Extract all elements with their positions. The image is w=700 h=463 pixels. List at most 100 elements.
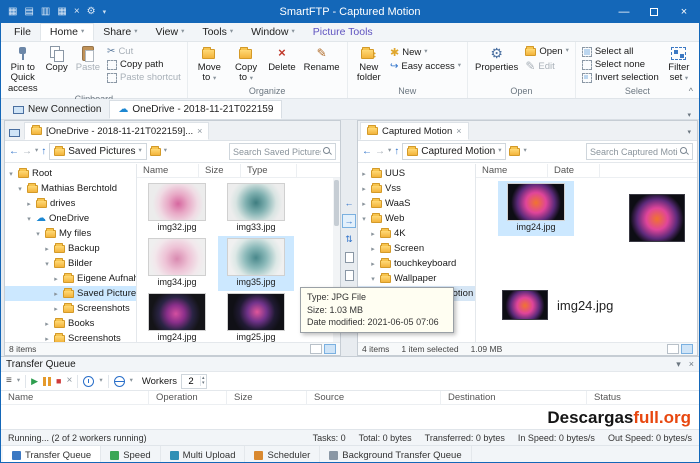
history-caret-icon[interactable]: ▾ xyxy=(388,148,391,155)
forward-button[interactable]: → xyxy=(22,146,32,157)
tree-item-backup[interactable]: ▸ Backup xyxy=(5,241,136,256)
edit-button[interactable]: ✎ Edit xyxy=(522,59,572,73)
tree-item-eigene-aufnahmen[interactable]: ▸ Eigene Aufnahmen xyxy=(5,271,136,286)
tab-picture-tools[interactable]: Picture Tools xyxy=(304,23,382,41)
panel-layout-icon[interactable]: ▦ xyxy=(57,7,66,17)
file-item[interactable]: img32.jpg xyxy=(139,181,215,236)
minimize-button[interactable]: — xyxy=(609,1,639,23)
tab-scheduler[interactable]: Scheduler xyxy=(245,446,321,462)
column-header-status[interactable]: Status xyxy=(587,391,699,404)
network-icon[interactable] xyxy=(113,375,125,387)
paste-shortcut-button[interactable]: Paste shortcut xyxy=(104,72,184,83)
history-caret-icon[interactable]: ▾ xyxy=(35,148,38,155)
new-folder-button[interactable]: ✱New folder xyxy=(351,43,387,84)
connection-icon[interactable]: ▤ xyxy=(24,7,33,17)
pane-tabs-caret-icon[interactable]: ▾ xyxy=(683,128,695,140)
copy-to-button[interactable]: →Copy to ▾ xyxy=(228,43,264,84)
rename-button[interactable]: ✎ Rename xyxy=(300,43,344,73)
add-to-queue-left-button[interactable] xyxy=(342,250,356,264)
tree-item-my-files[interactable]: ▾ My files xyxy=(5,226,136,241)
invert-selection-button[interactable]: Invert selection xyxy=(579,72,662,83)
tree-item-books[interactable]: ▸ Books xyxy=(5,316,136,331)
close-tab-icon[interactable]: × xyxy=(456,126,461,136)
column-header-name[interactable]: Name xyxy=(137,164,199,177)
tab-multi-upload[interactable]: Multi Upload xyxy=(161,446,246,462)
file-item-selected[interactable]: img35.jpg xyxy=(218,236,294,291)
schedule-icon[interactable] xyxy=(83,375,95,387)
expand-arrow-icon[interactable]: ▾ xyxy=(34,230,42,238)
tree-item-web[interactable]: ▾ Web xyxy=(358,211,475,226)
pause-queue-button[interactable] xyxy=(43,376,52,386)
expand-arrow-icon[interactable]: ▾ xyxy=(43,260,51,268)
connection-tabs-caret-icon[interactable]: ▾ xyxy=(687,111,695,119)
tab-file[interactable]: File xyxy=(5,23,40,41)
expand-arrow-icon[interactable]: ▸ xyxy=(52,275,60,283)
file-item-selected[interactable]: img24.jpg xyxy=(498,181,574,236)
copy-button[interactable]: Copy xyxy=(42,43,72,73)
expand-arrow-icon[interactable]: ▸ xyxy=(369,260,377,268)
address-bar[interactable]: Captured Motion ▾ xyxy=(402,143,507,160)
expand-arrow-icon[interactable]: ▾ xyxy=(7,170,15,178)
tree-item-saved-pictures[interactable]: ▸ Saved Pictures xyxy=(5,286,136,301)
expand-arrow-icon[interactable]: ▸ xyxy=(52,290,60,298)
start-queue-button[interactable]: ▶ xyxy=(31,376,38,386)
file-item[interactable]: img25.jpg xyxy=(218,291,294,342)
delete-button[interactable]: × Delete xyxy=(264,43,299,73)
scrollbar-thumb[interactable] xyxy=(334,180,339,226)
address-bar[interactable]: Saved Pictures ▾ xyxy=(49,143,147,160)
tab-onedrive-connection[interactable]: ☁ OneDrive - 2018-11-21T022159 xyxy=(109,100,283,119)
tab-window[interactable]: Window ▾ xyxy=(242,23,304,41)
column-header-type[interactable]: Type xyxy=(241,164,297,177)
tree-item-mathias-berchtold[interactable]: ▾ Mathias Berchtold xyxy=(5,181,136,196)
address-caret-icon[interactable]: ▾ xyxy=(498,148,501,155)
left-pane-tab[interactable]: [OneDrive - 2018-11-21T022159]... × xyxy=(24,122,210,140)
file-item[interactable]: img34.jpg xyxy=(139,236,215,291)
expand-arrow-icon[interactable]: ▾ xyxy=(25,215,33,223)
search-box[interactable] xyxy=(586,143,693,160)
list-view-button[interactable] xyxy=(310,344,322,354)
settings-icon[interactable]: ⚙ xyxy=(87,7,96,17)
expand-arrow-icon[interactable]: ▾ xyxy=(360,215,368,223)
move-to-button[interactable]: →Move to ▾ xyxy=(191,43,228,84)
tab-view[interactable]: View ▾ xyxy=(147,23,194,41)
chevron-down-icon[interactable]: ▾ xyxy=(17,377,20,385)
copy-path-button[interactable]: Copy path xyxy=(104,59,184,70)
maximize-button[interactable] xyxy=(639,1,669,23)
properties-button[interactable]: ⚙ Properties xyxy=(471,43,522,73)
file-item[interactable]: img33.jpg xyxy=(218,181,294,236)
thumbnail-view-button[interactable] xyxy=(324,344,336,354)
tree-item-screenshots-2[interactable]: ▸ Screenshots xyxy=(5,331,136,342)
tree-item-wallpaper[interactable]: ▾ Wallpaper xyxy=(358,271,475,286)
favorites-folder-button[interactable] xyxy=(509,145,521,156)
list-view-button[interactable] xyxy=(667,344,679,354)
column-header-destination[interactable]: Destination xyxy=(441,391,587,404)
quick-access-caret-icon[interactable]: ▾ xyxy=(103,8,107,16)
favorites-folder-button[interactable] xyxy=(149,145,161,156)
favorites-caret-icon[interactable]: ▾ xyxy=(523,148,526,155)
tab-speed[interactable]: Speed xyxy=(101,446,161,462)
panel-close-icon[interactable]: × xyxy=(689,359,694,369)
back-button[interactable]: ← xyxy=(362,146,372,157)
column-header-size[interactable]: Size xyxy=(199,164,241,177)
file-item[interactable]: img24.jpg xyxy=(139,291,215,342)
column-header-name[interactable]: Name xyxy=(1,391,149,404)
expand-arrow-icon[interactable]: ▾ xyxy=(16,185,24,193)
column-header-operation[interactable]: Operation xyxy=(149,391,227,404)
disconnect-icon[interactable]: × xyxy=(74,7,80,17)
column-header-date[interactable]: Date xyxy=(548,164,600,177)
select-none-button[interactable]: Select none xyxy=(579,59,662,70)
close-tab-icon[interactable]: × xyxy=(197,126,202,136)
tab-transfer-queue[interactable]: Transfer Queue xyxy=(3,446,102,462)
pin-to-quick-access-button[interactable]: Pin to Quick access xyxy=(4,43,42,94)
expand-arrow-icon[interactable]: ▸ xyxy=(360,185,368,193)
pane-list-icon[interactable] xyxy=(7,129,24,140)
tree-item-root[interactable]: ▾ Root xyxy=(5,166,136,181)
easy-access-button[interactable]: ↪ Easy access ▾ xyxy=(387,61,464,72)
expand-arrow-icon[interactable]: ▸ xyxy=(25,200,33,208)
tree-item-bilder[interactable]: ▾ Bilder xyxy=(5,256,136,271)
folder-window-icon[interactable]: ▥ xyxy=(41,7,50,17)
tree-item-4k[interactable]: ▸ 4K xyxy=(358,226,475,241)
remove-item-button[interactable]: × xyxy=(66,376,72,386)
tree-item-onedrive[interactable]: ▾ ☁ OneDrive xyxy=(5,211,136,226)
cut-button[interactable]: ✂ Cut xyxy=(104,46,184,57)
